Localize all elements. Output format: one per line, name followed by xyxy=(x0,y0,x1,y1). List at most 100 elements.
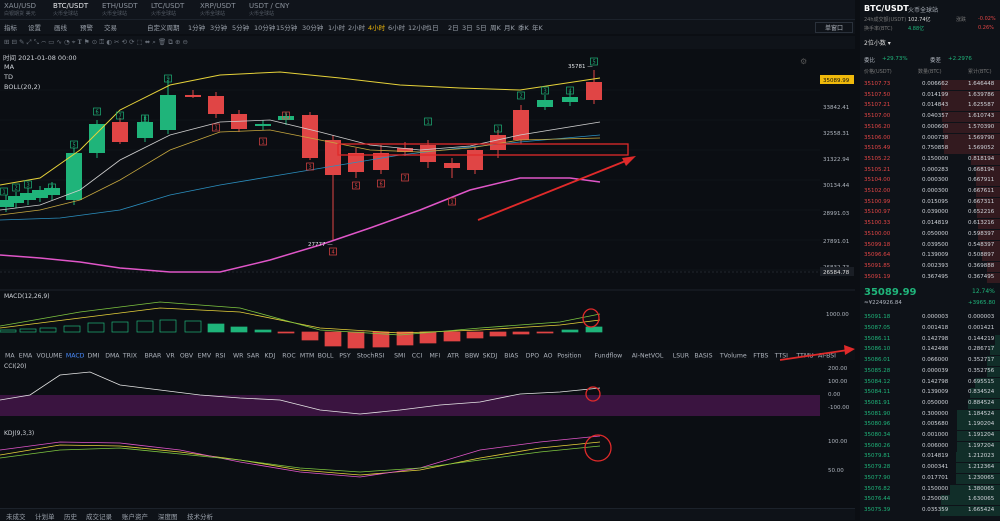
toolbar-item[interactable]: 30分钟 xyxy=(302,22,323,32)
ob-ask-row[interactable]: 35104.000.0003000.667911 xyxy=(860,176,1000,187)
ob-ask-row[interactable]: 35091.850.0023930.369888 xyxy=(860,262,1000,273)
toolbar-item[interactable]: 3分钟 xyxy=(210,22,227,32)
indicator-tab[interactable]: MA xyxy=(5,353,15,360)
ob-bid-row[interactable]: 35085.280.0000390.352756 xyxy=(860,367,1000,378)
toolbar-item[interactable]: 季K xyxy=(518,22,529,32)
indicator-tab[interactable]: AO xyxy=(544,353,553,360)
chart-settings-icon[interactable]: ⚙ xyxy=(800,57,807,66)
toolbar-item[interactable]: 10分钟 xyxy=(254,22,275,32)
ob-ask-row[interactable]: 35099.180.0395000.548397 xyxy=(860,241,1000,252)
indicator-tab[interactable]: CCI xyxy=(412,353,423,360)
ob-bid-row[interactable]: 35086.100.1424980.286717 xyxy=(860,345,1000,356)
ob-bid-row[interactable]: 35080.340.0010001.191204 xyxy=(860,431,1000,442)
indicator-tab[interactable]: DMI xyxy=(88,353,100,360)
indicator-tab[interactable]: Fundflow xyxy=(595,353,623,360)
ob-depth-select[interactable]: 2位小数 ▾ xyxy=(864,38,891,47)
ob-bid-row[interactable]: 35086.010.0660000.352717 xyxy=(860,356,1000,367)
ob-ask-row[interactable]: 35107.000.0403571.610743 xyxy=(860,112,1000,123)
toolbar-item[interactable]: 12小时 xyxy=(408,22,429,32)
ob-ask-row[interactable]: 35106.000.0007381.569790 xyxy=(860,134,1000,145)
toolbar-item[interactable]: 1分钟 xyxy=(188,22,205,32)
indicator-tab[interactable]: StochRSI xyxy=(357,353,385,360)
ob-bid-row[interactable]: 35087.050.0014180.001421 xyxy=(860,324,1000,335)
toolbar-item[interactable]: 月K xyxy=(504,22,515,32)
ob-bid-row[interactable]: 35076.820.1500001.380065 xyxy=(860,485,1000,496)
indicator-tab[interactable]: LSUR xyxy=(673,353,690,360)
indicator-tab[interactable]: MTM xyxy=(300,353,314,360)
indicator-tab[interactable]: WR xyxy=(233,353,244,360)
ob-ask-row[interactable]: 35100.990.0150950.667311 xyxy=(860,198,1000,209)
indicator-tab[interactable]: FTBS xyxy=(753,353,768,360)
ob-ask-row[interactable]: 35100.970.0390000.652216 xyxy=(860,208,1000,219)
indicator-tab[interactable]: SMI xyxy=(394,353,405,360)
indicator-tab[interactable]: VOLUME xyxy=(37,353,63,360)
indicator-tab[interactable]: BASIS xyxy=(694,353,712,360)
indicator-tab[interactable]: SKDJ xyxy=(483,353,498,360)
indicator-tab[interactable]: RSI xyxy=(215,353,225,360)
toolbar-item[interactable]: 设置 xyxy=(28,22,41,32)
ob-ask-row[interactable]: 35102.000.0003000.667611 xyxy=(860,187,1000,198)
ob-bid-row[interactable]: 35077.900.0177011.230065 xyxy=(860,474,1000,485)
ob-ask-row[interactable]: 35100.000.0500000.598397 xyxy=(860,230,1000,241)
indicator-tab[interactable]: BRAR xyxy=(145,353,163,360)
indicator-tab[interactable]: BBW xyxy=(465,353,479,360)
symbol-tab[interactable]: XRP/USDT火币全球站 xyxy=(200,2,246,18)
symbol-tab[interactable]: BTC/USDT火币全球站 xyxy=(53,2,99,18)
ob-ask-row[interactable]: 35105.210.0002830.668194 xyxy=(860,166,1000,177)
indicator-tab[interactable]: DMA xyxy=(105,353,120,360)
ob-ask-row[interactable]: 35106.200.0006001.570390 xyxy=(860,123,1000,134)
symbol-tab[interactable]: USDT / CNY火币全球站 xyxy=(249,2,295,18)
ob-bid-row[interactable]: 35086.110.1427980.144219 xyxy=(860,335,1000,346)
ob-ask-row[interactable]: 35107.210.0148431.625587 xyxy=(860,101,1000,112)
toolbar-item[interactable]: 5日 xyxy=(476,22,487,32)
symbol-tab[interactable]: XAU/USD白银期货 美元 xyxy=(4,2,50,18)
toolbar-item[interactable]: 1小时 xyxy=(328,22,345,32)
indicator-tab[interactable]: MACD xyxy=(66,353,85,360)
indicator-tab[interactable]: KDJ xyxy=(265,353,276,360)
ob-ask-row[interactable]: 35107.500.0141991.639786 xyxy=(860,91,1000,102)
toolbar-item[interactable]: 3日 xyxy=(462,22,473,32)
symbol-tab[interactable]: LTC/USDT火币全球站 xyxy=(151,2,197,18)
ob-bid-row[interactable]: 35081.900.3000001.184524 xyxy=(860,410,1000,421)
ob-ask-row[interactable]: 35100.330.0148190.613216 xyxy=(860,219,1000,230)
ob-ask-row[interactable]: 35105.220.1500000.818194 xyxy=(860,155,1000,166)
ob-bid-row[interactable]: 35084.110.1390090.834524 xyxy=(860,388,1000,399)
single-window-button[interactable]: 单窗口 xyxy=(815,22,853,33)
indicator-tab[interactable]: DPO xyxy=(526,353,539,360)
toolbar-item[interactable]: 画线 xyxy=(54,22,67,32)
toolbar-item[interactable]: 2日 xyxy=(448,22,459,32)
tool-icons[interactable]: ⊞ ⊟ ✎ ⤢ ⤡ ⌒ ▭ ∿ ◔ ⌖ 𝐓 ⚑ ⊙ ⚿ ◐ ✂ ⟲ ⟳ ⬚ ⬌ … xyxy=(4,38,188,47)
ob-bid-row[interactable]: 35079.280.0003411.212364 xyxy=(860,463,1000,474)
indicator-tab[interactable]: ATR xyxy=(447,353,460,360)
toolbar-item[interactable]: 2小时 xyxy=(348,22,365,32)
indicator-tab[interactable]: Position xyxy=(557,353,581,360)
toolbar-item[interactable]: 年K xyxy=(532,22,543,32)
toolbar-item[interactable]: 交易 xyxy=(104,22,117,32)
toolbar-item[interactable]: 预警 xyxy=(80,22,93,32)
ob-ask-row[interactable]: 35091.190.3674950.367495 xyxy=(860,273,1000,284)
indicator-tab[interactable]: AI-NetVOL xyxy=(632,353,664,360)
toolbar-item[interactable]: 5分钟 xyxy=(232,22,249,32)
toolbar-item[interactable]: 1日 xyxy=(428,22,439,32)
ob-bid-row[interactable]: 35080.260.0060001.197204 xyxy=(860,442,1000,453)
ob-bid-row[interactable]: 35080.960.0056801.190204 xyxy=(860,420,1000,431)
ob-bid-row[interactable]: 35076.440.2500001.630065 xyxy=(860,495,1000,506)
indicator-tab[interactable]: OBV xyxy=(180,353,194,360)
ob-ask-row[interactable]: 35096.640.1390090.508897 xyxy=(860,251,1000,262)
toolbar-item[interactable]: 周K xyxy=(490,22,501,32)
ob-ask-row[interactable]: 35105.490.7508581.569052 xyxy=(860,144,1000,155)
toolbar-item[interactable]: 4小时 xyxy=(368,22,385,32)
toolbar-item[interactable]: 6小时 xyxy=(388,22,405,32)
symbol-tab[interactable]: ETH/USDT火币全球站 xyxy=(102,2,148,18)
ob-bid-row[interactable]: 35079.810.0148191.212023 xyxy=(860,452,1000,463)
indicator-tab[interactable]: TRIX xyxy=(122,353,138,360)
ob-bid-row[interactable]: 35075.390.0353591.665424 xyxy=(860,506,1000,517)
ob-ask-row[interactable]: 35107.730.0066621.646448 xyxy=(860,80,1000,91)
indicator-tab[interactable]: TVolume xyxy=(719,353,747,360)
indicator-tab[interactable]: SAR xyxy=(247,353,260,360)
toolbar-item[interactable]: 指标 xyxy=(4,22,17,32)
indicator-tab[interactable]: ROC xyxy=(282,353,296,360)
ob-bid-row[interactable]: 35084.120.1427980.695515 xyxy=(860,378,1000,389)
price-chart[interactable]: 35089.9933842.4132558.3131322.9430134.44… xyxy=(0,50,855,508)
indicator-tab[interactable]: MFI xyxy=(430,353,441,360)
